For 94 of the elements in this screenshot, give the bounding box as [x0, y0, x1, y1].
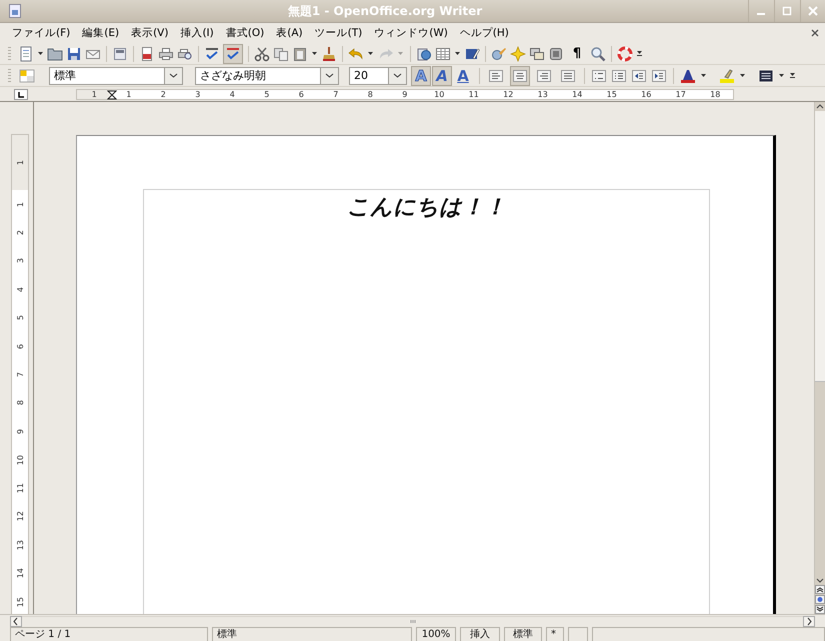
ruler-number: 1: [16, 202, 24, 207]
dropdown-button[interactable]: [389, 66, 407, 84]
caret-icon[interactable]: [169, 72, 178, 78]
document-icon[interactable]: [8, 4, 22, 18]
ruler-number: 5: [16, 315, 24, 320]
caret-icon[interactable]: [37, 51, 44, 56]
scroll-grip-icon[interactable]: [410, 619, 416, 624]
highlighter-icon[interactable]: [719, 68, 735, 84]
tab-stop-icon[interactable]: [14, 88, 28, 100]
database-icon[interactable]: [548, 46, 564, 62]
ruler-number: 1: [16, 160, 24, 166]
menu-item[interactable]: 書式(O): [220, 26, 270, 40]
status-field: [568, 627, 588, 641]
caret-icon[interactable]: [311, 51, 318, 56]
page-style-label: 標準: [212, 627, 412, 641]
scissors-icon[interactable]: [254, 46, 270, 62]
menu-item[interactable]: 挿入(I): [174, 26, 220, 40]
globe-icon[interactable]: [416, 46, 432, 62]
next-page-icon[interactable]: [815, 605, 825, 614]
windows-icon[interactable]: [529, 46, 545, 62]
window-title: 無題1 - OpenOffice.org Writer: [286, 2, 484, 20]
navigation-icon[interactable]: [815, 595, 825, 604]
bullet-list-icon[interactable]: [611, 68, 627, 84]
selection-mode-label: 標準: [504, 627, 542, 641]
background-color-icon[interactable]: [758, 68, 774, 84]
printer-icon[interactable]: [158, 46, 174, 62]
lifebuoy-icon[interactable]: [617, 46, 633, 62]
ruler-number: 4: [16, 286, 24, 292]
caret-icon[interactable]: [367, 51, 374, 56]
document-icon[interactable]: [18, 46, 34, 62]
menu-item[interactable]: 表(A): [270, 26, 309, 40]
close-icon[interactable]: [811, 29, 819, 37]
paintbrush-icon[interactable]: [321, 46, 337, 62]
ruler-number: 13: [16, 540, 24, 550]
overflow-icon[interactable]: [636, 50, 643, 57]
paragraph-style-field[interactable]: 標準: [49, 66, 165, 84]
caret-icon[interactable]: [325, 72, 334, 78]
caret-icon[interactable]: [700, 73, 707, 78]
ruler-number: 3: [16, 258, 24, 264]
caret-icon[interactable]: [454, 51, 461, 56]
ruler-number: 14: [16, 568, 24, 578]
ruler-number: 7: [16, 372, 24, 378]
formatting-marks-button[interactable]: ¶: [567, 44, 587, 64]
navigator-icon[interactable]: [491, 46, 507, 62]
ruler-number: 10: [16, 454, 24, 465]
menu-item[interactable]: ウィンドウ(W): [368, 26, 454, 40]
menu-item[interactable]: ファイル(F): [6, 26, 76, 40]
insert-mode-label: 挿入: [460, 627, 500, 641]
ruler-number: 15: [16, 596, 24, 607]
ruler-number: 1: [77, 90, 112, 98]
scroll-down-icon[interactable]: [815, 576, 825, 585]
modified-indicator: *: [546, 627, 564, 641]
copy-icon[interactable]: [273, 46, 289, 62]
menu-item[interactable]: 表示(V): [125, 26, 174, 40]
scroll-up-icon[interactable]: [815, 102, 825, 111]
table-icon[interactable]: [435, 46, 451, 62]
menu-item[interactable]: 編集(E): [76, 26, 126, 40]
spellcheck-icon[interactable]: [204, 46, 220, 62]
font-name-field[interactable]: さざなみ明朝: [195, 66, 321, 84]
clipboard-icon[interactable]: [292, 46, 308, 62]
previous-page-icon[interactable]: [815, 585, 825, 594]
document-text[interactable]: こんにちは！！: [144, 192, 709, 222]
menu-item[interactable]: ツール(T): [308, 26, 368, 40]
scroll-right-icon[interactable]: [803, 616, 815, 626]
italic-button[interactable]: A: [432, 66, 452, 86]
dropdown-button[interactable]: [165, 66, 183, 84]
zoom-level: 100%: [416, 627, 456, 641]
ruler-number: 9: [16, 428, 24, 434]
search-icon[interactable]: [590, 46, 606, 62]
star-icon[interactable]: [510, 46, 526, 62]
underline-button[interactable]: A: [453, 66, 473, 86]
caret-icon[interactable]: [778, 73, 785, 78]
scroll-left-icon[interactable]: [10, 616, 22, 626]
pdf-icon[interactable]: [139, 46, 155, 62]
ruler-number: 12: [16, 511, 24, 522]
ruler-number: 2: [16, 230, 24, 236]
folder-icon[interactable]: [47, 46, 63, 62]
font-size-field[interactable]: 20: [349, 66, 389, 84]
dropdown-button[interactable]: [321, 66, 339, 84]
decrease-indent-icon[interactable]: [631, 68, 647, 84]
page-indicator: ページ 1 / 1: [10, 627, 208, 641]
font-color-icon[interactable]: [680, 68, 696, 84]
overflow-icon[interactable]: [789, 72, 796, 79]
ruler-number: 6: [16, 344, 24, 349]
menu-item[interactable]: ヘルプ(H): [454, 26, 515, 40]
caret-icon[interactable]: [393, 72, 402, 78]
numbered-list-icon[interactable]: [591, 68, 607, 84]
increase-indent-icon[interactable]: [651, 68, 667, 84]
scroll-thumb[interactable]: [815, 111, 825, 382]
indent-marker-icon[interactable]: [106, 90, 116, 100]
ruler-number: 11: [16, 483, 24, 494]
ruler-number: 8: [16, 400, 24, 406]
page-icon[interactable]: [112, 46, 128, 62]
caret-icon[interactable]: [739, 73, 746, 78]
